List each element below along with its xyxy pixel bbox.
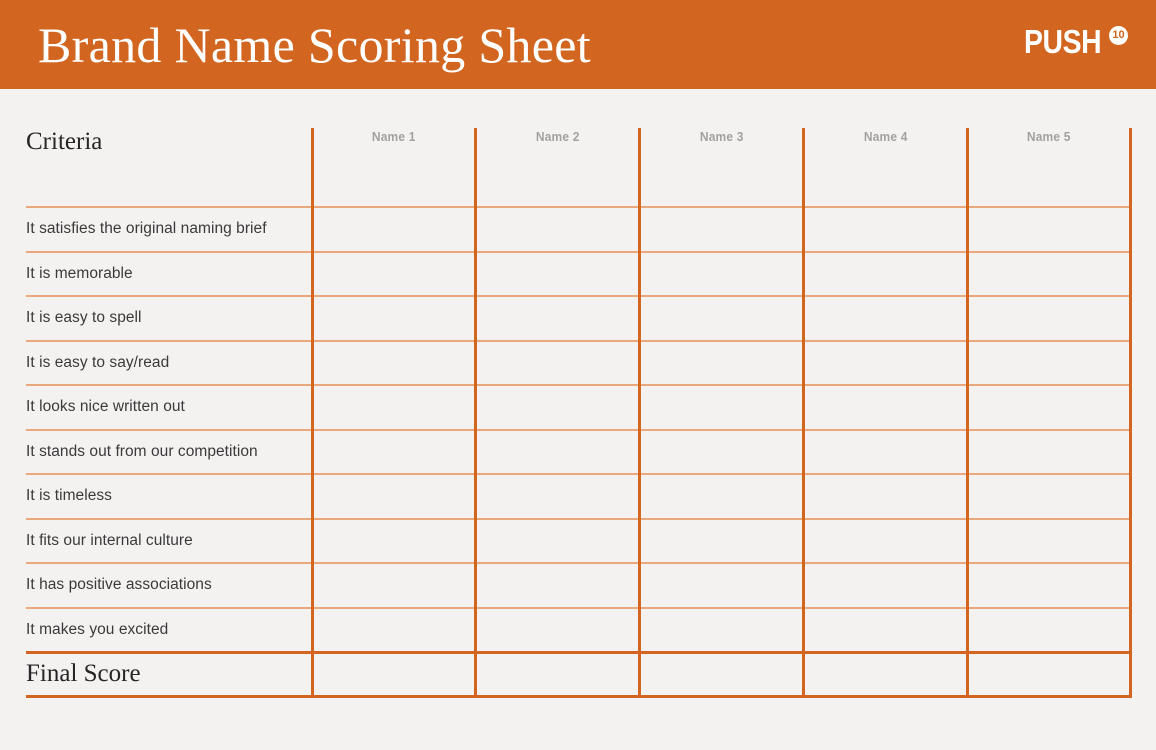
final-score-input-cell[interactable] <box>638 650 804 698</box>
score-input-cell[interactable] <box>474 474 640 520</box>
criteria-label-cell: It satisfies the original naming brief <box>26 207 312 253</box>
final-score-label-cell: Final Score <box>26 650 312 698</box>
criteria-label-cell: It has positive associations <box>26 563 312 609</box>
criteria-label-cell: It stands out from our competition <box>26 429 312 475</box>
name-column-label: Name 5 <box>1027 129 1071 144</box>
final-score-input-cell[interactable] <box>474 650 640 698</box>
table-row: It satisfies the original naming brief <box>26 207 1133 253</box>
score-input-cell[interactable] <box>801 340 968 386</box>
name-column-header-5[interactable]: Name 5 <box>965 128 1133 208</box>
score-input-cell[interactable] <box>310 474 476 520</box>
table-row: It is timeless <box>26 474 1133 520</box>
score-input-cell[interactable] <box>474 296 640 342</box>
score-input-cell[interactable] <box>474 518 640 564</box>
score-input-cell[interactable] <box>474 563 640 609</box>
logo-badge-10: 10 <box>1109 25 1128 45</box>
score-input-cell[interactable] <box>310 607 476 652</box>
name-column-label: Name 4 <box>863 129 908 144</box>
score-input-cell[interactable] <box>638 251 804 297</box>
score-input-cell[interactable] <box>965 207 1133 253</box>
criteria-header-label: Criteria <box>26 128 103 155</box>
score-input-cell[interactable] <box>638 518 804 564</box>
criteria-label-cell: It is timeless <box>26 474 312 520</box>
score-input-cell[interactable] <box>474 607 640 652</box>
name-column-header-4[interactable]: Name 4 <box>801 128 968 208</box>
score-input-cell[interactable] <box>638 429 804 475</box>
score-input-cell[interactable] <box>801 518 968 564</box>
scoring-table-wrapper: Criteria Name 1 Name 2 Name 3 Name 4 Name 5 It… <box>26 128 1133 698</box>
scoring-table: Criteria Name 1 Name 2 Name 3 Name 4 Name 5 It… <box>26 128 1133 698</box>
criteria-label-cell: It looks nice written out <box>26 385 312 431</box>
score-input-cell[interactable] <box>310 518 476 564</box>
table-row: It is easy to say/read <box>26 340 1133 386</box>
score-input-cell[interactable] <box>310 207 476 253</box>
name-column-label: Name 3 <box>699 129 744 144</box>
score-input-cell[interactable] <box>474 340 640 386</box>
table-row: It fits our internal culture <box>26 518 1133 564</box>
score-input-cell[interactable] <box>801 563 968 609</box>
table-row: It is memorable <box>26 251 1133 297</box>
score-input-cell[interactable] <box>965 296 1133 342</box>
score-input-cell[interactable] <box>310 563 476 609</box>
table-row: It stands out from our competition <box>26 429 1133 475</box>
final-score-row: Final Score <box>26 650 1133 698</box>
table-row: It is easy to spell <box>26 296 1133 342</box>
score-input-cell[interactable] <box>965 474 1133 520</box>
table-row: It looks nice written out <box>26 385 1133 431</box>
score-input-cell[interactable] <box>310 340 476 386</box>
name-column-label: Name 2 <box>535 129 580 144</box>
name-column-header-3[interactable]: Name 3 <box>638 128 804 208</box>
score-input-cell[interactable] <box>638 207 804 253</box>
score-input-cell[interactable] <box>801 607 968 652</box>
name-column-label: Name 1 <box>372 129 416 144</box>
score-input-cell[interactable] <box>310 296 476 342</box>
score-input-cell[interactable] <box>638 296 804 342</box>
score-input-cell[interactable] <box>801 207 968 253</box>
score-input-cell[interactable] <box>965 251 1133 297</box>
name-column-header-2[interactable]: Name 2 <box>474 128 640 208</box>
scoring-sheet-page: Brand Name Scoring Sheet PUSH 10 Criteri… <box>0 0 1156 750</box>
score-input-cell[interactable] <box>965 563 1133 609</box>
criteria-header-cell: Criteria <box>26 128 312 208</box>
score-input-cell[interactable] <box>638 474 804 520</box>
score-input-cell[interactable] <box>801 296 968 342</box>
criteria-label-cell: It is easy to say/read <box>26 340 312 386</box>
criteria-label-cell: It is memorable <box>26 251 312 297</box>
criteria-label-cell: It fits our internal culture <box>26 518 312 564</box>
score-input-cell[interactable] <box>638 340 804 386</box>
final-score-input-cell[interactable] <box>801 650 968 698</box>
score-input-cell[interactable] <box>474 429 640 475</box>
score-input-cell[interactable] <box>638 607 804 652</box>
score-input-cell[interactable] <box>965 385 1133 431</box>
criteria-label-cell: It makes you excited <box>26 620 169 638</box>
page-title: Brand Name Scoring Sheet <box>38 16 591 73</box>
criteria-label-cell: It is easy to spell <box>26 296 312 342</box>
score-input-cell[interactable] <box>965 607 1133 652</box>
name-column-header-1[interactable]: Name 1 <box>310 128 476 208</box>
score-input-cell[interactable] <box>638 385 804 431</box>
score-input-cell[interactable] <box>474 251 640 297</box>
score-input-cell[interactable] <box>801 429 968 475</box>
final-score-label: Final Score <box>26 660 141 688</box>
table-header-row: Criteria Name 1 Name 2 Name 3 Name 4 Name 5 <box>26 128 1133 208</box>
score-input-cell[interactable] <box>310 385 476 431</box>
score-input-cell[interactable] <box>474 207 640 253</box>
table-row: It makes you excited <box>26 607 1133 652</box>
score-input-cell[interactable] <box>801 251 968 297</box>
score-input-cell[interactable] <box>801 385 968 431</box>
push10-logo: PUSH 10 <box>1024 22 1128 65</box>
score-input-cell[interactable] <box>310 251 476 297</box>
score-input-cell[interactable] <box>965 429 1133 475</box>
score-input-cell[interactable] <box>965 518 1133 564</box>
page-header-banner: Brand Name Scoring Sheet PUSH 10 <box>0 0 1156 89</box>
score-input-cell[interactable] <box>474 385 640 431</box>
score-input-cell[interactable] <box>965 340 1133 386</box>
logo-wordmark: PUSH <box>1024 22 1102 60</box>
final-score-input-cell[interactable] <box>310 650 476 698</box>
final-score-input-cell[interactable] <box>965 650 1133 698</box>
score-input-cell[interactable] <box>801 474 968 520</box>
table-row: It has positive associations <box>26 563 1133 609</box>
score-input-cell[interactable] <box>310 429 476 475</box>
score-input-cell[interactable] <box>638 563 804 609</box>
